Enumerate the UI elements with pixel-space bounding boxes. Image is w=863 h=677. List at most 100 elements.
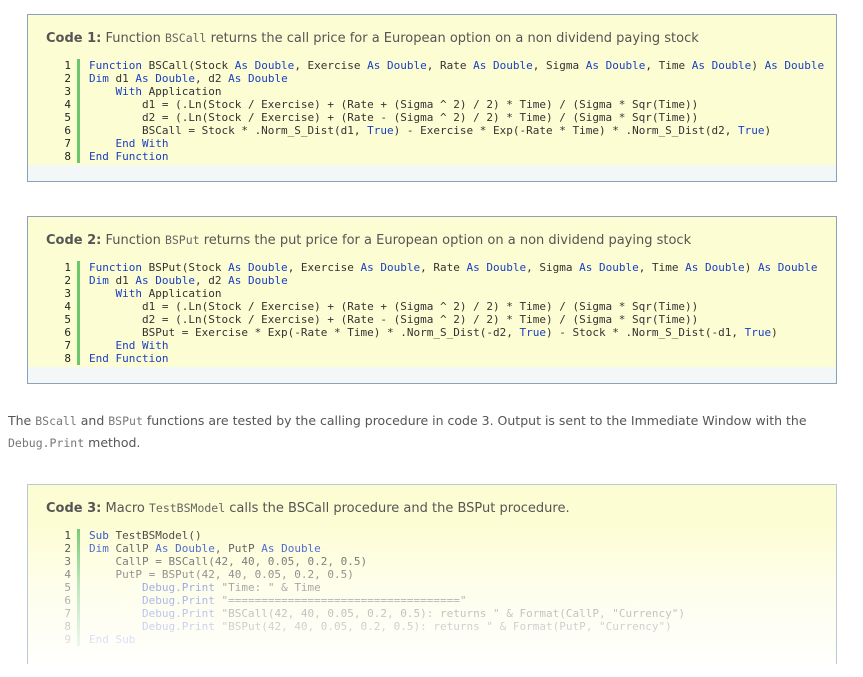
code-line: 3 With Application (50, 287, 836, 300)
code-keyword: As Double (579, 261, 639, 274)
code-block-2: Code 2: Function BSPut returns the put p… (27, 216, 837, 384)
code-token: ) (744, 261, 758, 274)
code-text: With Application (80, 85, 222, 98)
code-text: d2 = (.Ln(Stock / Exercise) + (Rate - (S… (80, 111, 698, 124)
line-number: 7 (50, 607, 80, 620)
code-keyword: As Double (691, 59, 752, 72)
code-listing-3: 1 Sub TestBSModel() 2 Dim CallP As Double, … (50, 529, 836, 646)
paragraph-text: functions are tested by the calling proc… (142, 413, 807, 428)
line-number: 3 (50, 555, 80, 568)
code-line: 8 End Function (50, 150, 836, 163)
inline-code: BScall (35, 414, 77, 428)
code-text: CallP = BSCall(42, 40, 0.05, 0.2, 0.5) (80, 555, 367, 568)
caption-text: Macro (101, 501, 149, 516)
code-block-footer (28, 165, 836, 181)
code-keyword: True (367, 124, 394, 137)
line-number: 6 (50, 594, 80, 607)
code-text: Dim d1 As Double, d2 As Double (80, 72, 288, 85)
code-keyword: As Double (473, 59, 533, 72)
code-token: d1 = (.Ln(Stock / Exercise) + (Rate + (S… (89, 300, 699, 313)
code-keyword: As Double (367, 59, 427, 72)
code-line: 8 Debug.Print "BSPut(42, 40, 0.05, 0.2, … (50, 620, 836, 633)
line-number: 2 (50, 72, 80, 85)
code-text: Debug.Print "===========================… (80, 594, 467, 607)
code-keyword: Debug.Print (141, 594, 215, 607)
code-token: , d2 (194, 72, 229, 85)
code-keyword: As Double (234, 59, 295, 72)
code-text: End With (80, 339, 169, 352)
line-number: 1 (50, 529, 80, 542)
code-listing-1: 1 Function BSCall(Stock As Double, Exerci… (50, 59, 836, 163)
code-line: 2 Dim CallP As Double, PutP As Double (50, 542, 836, 555)
caption-text: returns the call price for a European op… (206, 31, 699, 46)
line-number: 6 (50, 326, 80, 339)
line-number: 8 (50, 620, 80, 633)
caption-function-name: TestBSModel (148, 501, 226, 515)
code-keyword: End With (115, 339, 169, 352)
code-text: End Function (80, 352, 168, 365)
code-block-3: Code 3: Macro TestBSModel calls the BSCa… (27, 484, 837, 664)
code-token: CallP (108, 542, 156, 555)
code-token: BSCall(Stock (141, 59, 235, 72)
code-keyword: With (115, 287, 143, 300)
code-keyword: End Sub (89, 633, 136, 646)
inline-code: Debug.Print (8, 436, 85, 450)
line-number: 2 (50, 542, 80, 555)
code-token: ) (771, 326, 778, 339)
code-token: Application (142, 85, 222, 98)
code-token: , Sigma (532, 59, 586, 72)
code-block-1: Code 1: Function BSCall returns the call… (27, 14, 837, 182)
code-keyword: True (519, 326, 546, 339)
line-number: 5 (50, 581, 80, 594)
code-text: Sub TestBSModel() (80, 529, 202, 542)
code-line: 7 End With (50, 137, 836, 150)
code-keyword: Debug.Print (141, 581, 215, 594)
line-number: 6 (50, 124, 80, 137)
code-token: Application (142, 287, 222, 300)
code-line: 6 BSPut = Exercise * Exp(-Rate * Time) *… (50, 326, 836, 339)
code-token: BSPut(Stock (141, 261, 229, 274)
code-keyword: Function (89, 59, 142, 72)
caption-function-name: BSCall (164, 31, 207, 45)
caption-text: Function (101, 233, 165, 248)
code-line: 6 BSCall = Stock * .Norm_S_Dist(d1, True… (50, 124, 836, 137)
code-text: d1 = (.Ln(Stock / Exercise) + (Rate + (S… (80, 98, 698, 111)
code-keyword: As Double (228, 261, 288, 274)
inline-code: BSPut (108, 414, 143, 428)
code-keyword: End Function (89, 352, 169, 365)
code-line: 3 With Application (50, 85, 836, 98)
line-number: 3 (50, 287, 80, 300)
code-keyword: As Double (757, 261, 818, 274)
code-listing-2: 1 Function BSPut(Stock As Double, Exercis… (50, 261, 836, 365)
code-text: Debug.Print "BSCall(42, 40, 0.05, 0.2, 0… (80, 607, 685, 620)
code-text: d2 = (.Ln(Stock / Exercise) + (Rate - (S… (80, 313, 698, 326)
line-number: 2 (50, 274, 80, 287)
code-token: d2 = (.Ln(Stock / Exercise) + (Rate - (S… (89, 111, 699, 124)
code-block-footer (28, 367, 836, 383)
code-line: 7 End With (50, 339, 836, 352)
code-token: d1 (108, 274, 136, 287)
code-text: Dim CallP As Double, PutP As Double (80, 542, 321, 555)
code-token: ) (751, 59, 765, 72)
code-keyword: Function (89, 261, 142, 274)
code-token: "===================================" (214, 594, 467, 607)
line-number: 3 (50, 85, 80, 98)
code-token: ) - Stock * .Norm_S_Dist(-d1, (545, 326, 745, 339)
code-text: With Application (80, 287, 222, 300)
line-number: 7 (50, 137, 80, 150)
code-text: d1 = (.Ln(Stock / Exercise) + (Rate + (S… (80, 300, 698, 313)
code-token: , Sigma (526, 261, 580, 274)
code-keyword: As Double (764, 59, 825, 72)
code-line: 5 d2 = (.Ln(Stock / Exercise) + (Rate - … (50, 313, 836, 326)
caption-text: calls the BSCall procedure and the BSPut… (225, 501, 570, 516)
code-keyword: Sub (89, 529, 109, 542)
code-text: Dim d1 As Double, d2 As Double (80, 274, 288, 287)
line-number: 7 (50, 339, 80, 352)
line-number: 1 (50, 261, 80, 274)
paragraph-text: The (8, 413, 36, 428)
code-token: BSCall = Stock * .Norm_S_Dist(d1, (89, 124, 368, 137)
code-token: PutP = BSPut(42, 40, 0.05, 0.2, 0.5) (89, 568, 354, 581)
